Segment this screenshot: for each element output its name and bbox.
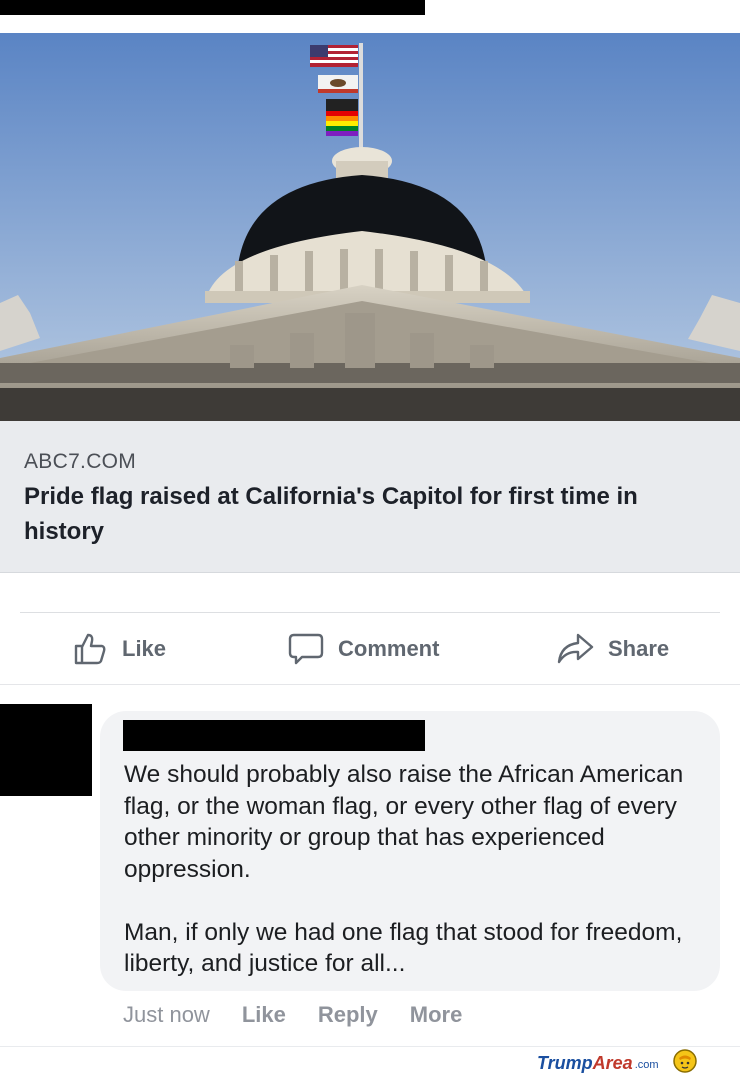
preview-image-capitol-dome — [0, 33, 740, 421]
share-button-label: Share — [608, 636, 670, 661]
redacted-commenter-name[interactable] — [123, 720, 425, 751]
comment-meta: Just now Like Reply More — [123, 1000, 494, 1030]
speech-bubble-icon — [288, 631, 324, 667]
link-domain: ABC7.COM — [24, 450, 137, 473]
comment-button-label: Comment — [338, 636, 440, 661]
pride-flag-icon — [326, 99, 358, 136]
watermark-emblem-icon — [672, 1048, 697, 1076]
comment-more-link[interactable]: More — [410, 1002, 463, 1028]
comment-button[interactable]: Comment — [288, 622, 439, 676]
divider — [0, 684, 740, 685]
california-flag-icon — [318, 75, 358, 93]
comment-like-link[interactable]: Like — [242, 1002, 286, 1028]
like-button[interactable]: Like — [72, 622, 166, 676]
site-watermark: Trump Area .com — [537, 1048, 697, 1076]
divider — [20, 612, 720, 613]
link-preview-card[interactable]: ABC7.COM Pride flag raised at California… — [0, 33, 740, 573]
link-title[interactable]: Pride flag raised at California's Capito… — [24, 479, 714, 549]
watermark-part-3: .com — [634, 1059, 659, 1071]
comment-text: We should probably also raise the Africa… — [124, 761, 684, 977]
divider — [0, 1046, 740, 1047]
thumbs-up-icon — [72, 631, 108, 667]
watermark-part-1: Trump — [537, 1052, 593, 1073]
post-action-bar: Like Comment Share — [0, 622, 740, 676]
us-flag-icon — [310, 45, 358, 67]
comment-timestamp: Just now — [123, 1002, 210, 1027]
redacted-poster-name — [0, 0, 425, 15]
comment-reply-link[interactable]: Reply — [318, 1002, 378, 1028]
share-arrow-icon — [556, 631, 594, 667]
watermark-part-2: Area — [592, 1052, 633, 1073]
share-button[interactable]: Share — [556, 622, 669, 676]
redacted-commenter-avatar[interactable] — [0, 704, 92, 796]
comment-bubble: We should probably also raise the Africa… — [100, 711, 720, 991]
like-button-label: Like — [122, 636, 167, 661]
link-preview-meta[interactable]: ABC7.COM Pride flag raised at California… — [0, 421, 740, 573]
